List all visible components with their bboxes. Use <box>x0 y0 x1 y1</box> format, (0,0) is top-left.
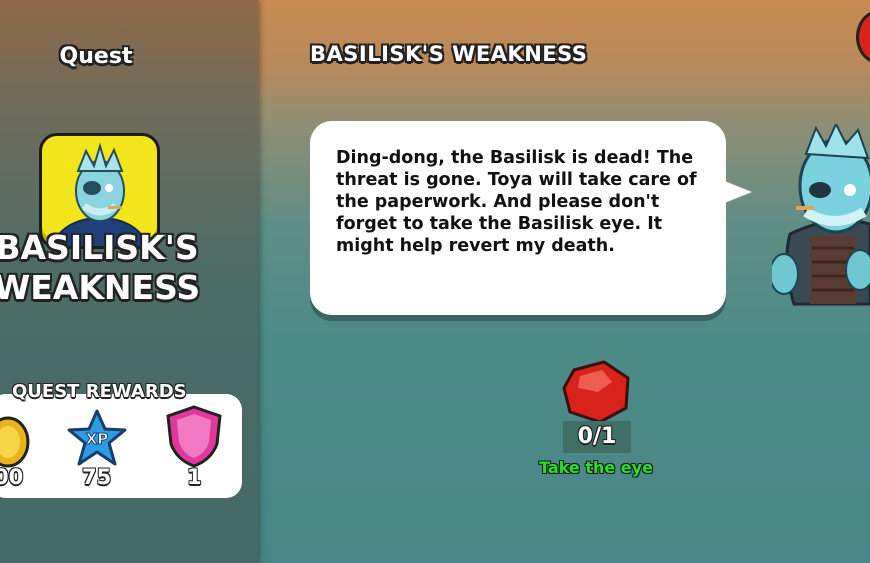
gold-coin-icon <box>0 416 30 468</box>
reward-coins-value: 00 <box>0 465 24 489</box>
quest-name-line-1: BASILISK'S <box>0 228 199 267</box>
reward-xp-value: 75 <box>82 465 112 489</box>
xp-badge-text: XP <box>86 430 109 448</box>
rewards-title: QUEST REWARDS <box>12 381 187 402</box>
panel-title: Quest <box>59 44 133 69</box>
pink-gem-shield-icon <box>166 405 222 468</box>
ghost-pirate-character-icon <box>772 124 870 306</box>
red-gem-icon <box>562 360 630 424</box>
quest-name: BASILISK'S WEAKNESS <box>0 228 202 308</box>
close-button[interactable] <box>856 10 870 64</box>
quest-title: BASILISK'S WEAKNESS <box>310 42 588 66</box>
reward-gem-value: 1 <box>187 465 202 489</box>
quest-name-line-2: WEAKNESS <box>0 268 201 307</box>
xp-star-icon: XP <box>67 409 127 466</box>
dialogue-text: Ding-dong, the Basilisk is dead! The thr… <box>336 148 697 256</box>
objective-label: Take the eye <box>539 458 653 477</box>
dialogue-bubble-tail <box>722 180 752 204</box>
objective-progress: 0/1 <box>577 424 617 449</box>
